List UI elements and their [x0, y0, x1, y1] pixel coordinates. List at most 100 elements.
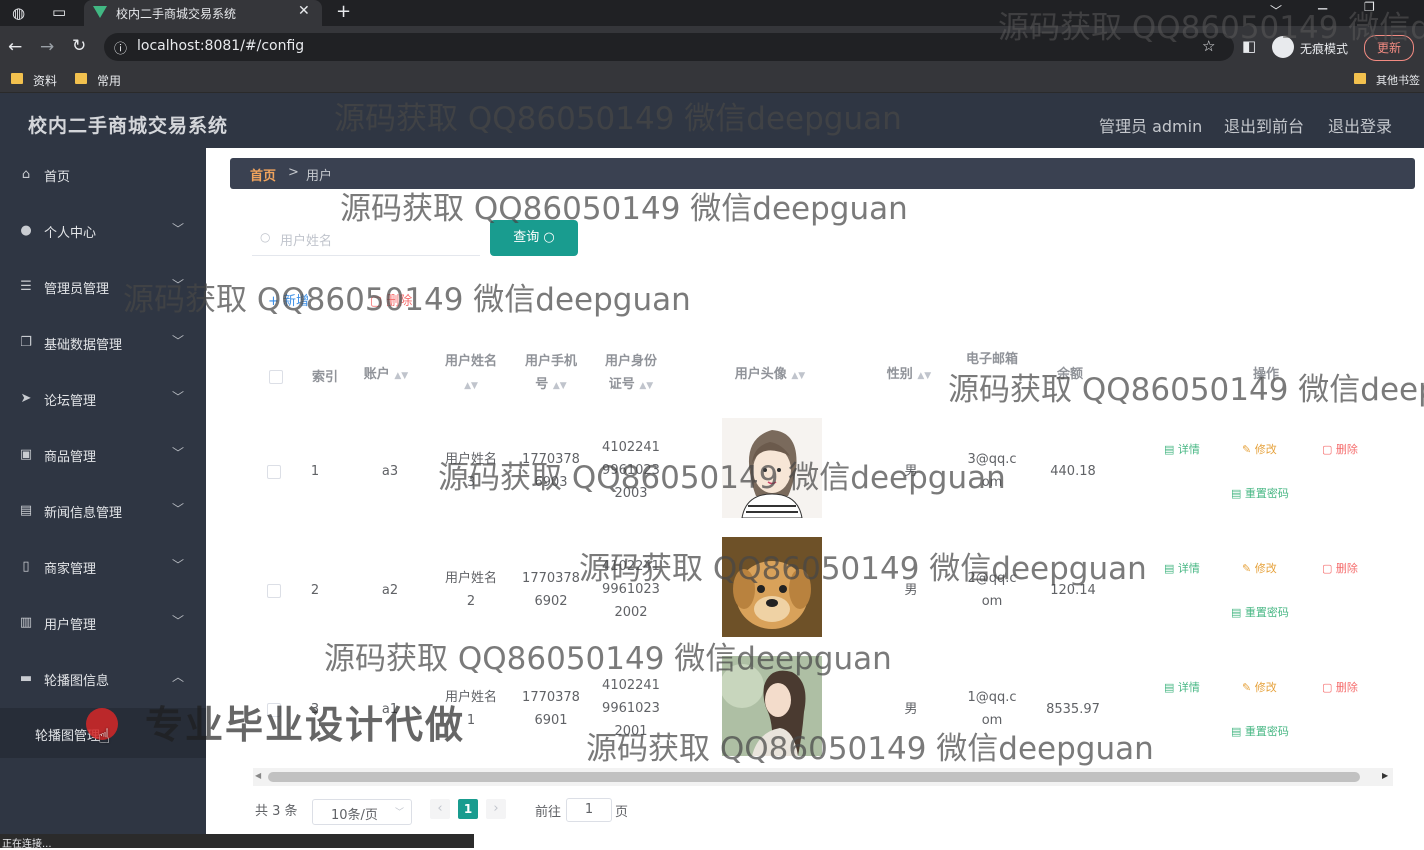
- detail-label: 详情: [1177, 562, 1200, 575]
- header-phone-label-2: 号: [535, 377, 549, 392]
- detail-label: 详情: [1177, 681, 1200, 694]
- forward-icon[interactable]: →: [40, 37, 54, 57]
- edit-button[interactable]: ✎ 修改: [1242, 679, 1277, 695]
- sidebar-item-goods[interactable]: ▣ 商品管理 ﹀: [0, 428, 206, 484]
- cell-id-2: 9961023: [602, 582, 660, 597]
- incognito-icon[interactable]: [1272, 36, 1294, 58]
- select-all-checkbox[interactable]: [269, 370, 283, 384]
- edit-icon: ✎: [1242, 562, 1255, 575]
- scrollbar-thumb[interactable]: [268, 772, 1360, 782]
- hand-cursor-icon: ☝: [98, 724, 111, 748]
- reload-icon[interactable]: ↻: [72, 36, 86, 56]
- batch-delete-button[interactable]: ▢ 删除: [370, 290, 412, 309]
- header-name[interactable]: 用户姓名 ▲▼: [436, 350, 506, 398]
- search-button-label: 查询: [513, 230, 540, 245]
- scroll-right-icon[interactable]: ▶: [1382, 771, 1388, 780]
- detail-button[interactable]: ▤ 详情: [1164, 441, 1200, 457]
- close-tab-icon[interactable]: ✕: [298, 3, 310, 19]
- chevron-down-icon: ﹀: [172, 222, 185, 236]
- trash-icon: ▢: [1322, 681, 1336, 694]
- row-checkbox[interactable]: [267, 584, 281, 598]
- avatar-image[interactable]: [722, 418, 822, 518]
- restore-icon[interactable]: ❐: [1364, 0, 1375, 14]
- next-page-button[interactable]: ›: [486, 799, 506, 819]
- logout-link[interactable]: 退出登录: [1328, 113, 1392, 137]
- sidebar-item-users[interactable]: ▥ 用户管理 ﹀: [0, 596, 206, 652]
- header-avatar[interactable]: 用户头像 ▲▼: [720, 363, 820, 388]
- sidebar-item-personal-center[interactable]: ● 个人中心 ﹀: [0, 204, 206, 260]
- cell-idcard: 4102241 9961023 2003: [596, 436, 666, 505]
- sidebar-item-base-data[interactable]: ❐ 基础数据管理 ﹀: [0, 316, 206, 372]
- sidebar-item-merchant[interactable]: ▯ 商家管理 ﹀: [0, 540, 206, 596]
- page-number-current[interactable]: 1: [458, 799, 478, 819]
- avatar-image[interactable]: [722, 537, 822, 637]
- header-gender[interactable]: 性别 ▲▼: [876, 363, 942, 388]
- header-idcard[interactable]: 用户身份 证号 ▲▼: [596, 350, 666, 398]
- cell-idcard: 4102241 9961023 2001: [596, 674, 666, 743]
- search-name-input[interactable]: ○ 用户姓名: [252, 223, 480, 256]
- breadcrumb-home[interactable]: 首页: [250, 165, 276, 184]
- bookmark-folder-1[interactable]: 资料: [33, 72, 57, 89]
- delete-button[interactable]: ▢ 删除: [1322, 441, 1358, 457]
- url-text[interactable]: localhost:8081/#/config: [137, 38, 304, 54]
- sidebar-item-forum[interactable]: ➤ 论坛管理 ﹀: [0, 372, 206, 428]
- tab-overview-icon[interactable]: ▭: [52, 3, 66, 21]
- cell-id-2: 9961023: [602, 701, 660, 716]
- sidebar-item-home[interactable]: ⌂ 首页: [0, 148, 206, 204]
- cell-email-1: 2@qq.c: [967, 571, 1017, 586]
- detail-button[interactable]: ▤ 详情: [1164, 679, 1200, 695]
- cell-email-1: 3@qq.c: [967, 452, 1017, 467]
- watermark-text: 源码获取 QQ86050149 微信deepguan: [586, 731, 1154, 767]
- row-checkbox[interactable]: [267, 465, 281, 479]
- page-size-select[interactable]: 10条/页 ﹀: [312, 799, 412, 825]
- prev-page-button[interactable]: ‹: [430, 799, 450, 819]
- sidepanel-icon[interactable]: ◧: [1242, 37, 1256, 55]
- avatar-image[interactable]: [722, 656, 822, 756]
- minimize-icon[interactable]: ─: [1318, 0, 1327, 18]
- edit-label: 修改: [1254, 562, 1277, 575]
- reset-password-button[interactable]: ▤ 重置密码: [1231, 723, 1289, 739]
- cell-phone-2: 6903: [534, 475, 568, 490]
- edit-button[interactable]: ✎ 修改: [1242, 560, 1277, 576]
- tab-search-icon[interactable]: ﹀: [1270, 2, 1282, 19]
- add-button[interactable]: + 新增: [268, 290, 309, 309]
- delete-button[interactable]: ▢ 删除: [1322, 679, 1358, 695]
- sidebar-item-admin-management[interactable]: ☰ 管理员管理 ﹀: [0, 260, 206, 316]
- search-placeholder: 用户姓名: [280, 234, 333, 249]
- delete-button[interactable]: ▢ 删除: [1322, 560, 1358, 576]
- cell-email: 1@qq.c om: [955, 686, 1029, 732]
- cell-account: a2: [381, 583, 399, 598]
- new-tab-icon[interactable]: +: [336, 1, 351, 22]
- delete-icon: ▢: [370, 294, 387, 309]
- header-account[interactable]: 账户 ▲▼: [356, 363, 416, 388]
- cell-email-2: om: [981, 713, 1003, 728]
- other-bookmarks[interactable]: 其他书签: [1376, 72, 1420, 88]
- chevron-down-icon: ﹀: [172, 614, 185, 628]
- header-phone[interactable]: 用户手机号 ▲▼: [516, 350, 586, 398]
- cell-email: 3@qq.c om: [955, 448, 1029, 494]
- browser-menu-icon[interactable]: ◍: [12, 4, 25, 22]
- girl-sketch-avatar: [741, 430, 803, 518]
- info-icon[interactable]: ⓘ: [114, 38, 127, 57]
- reset-password-button[interactable]: ▤ 重置密码: [1231, 485, 1289, 501]
- detail-button[interactable]: ▤ 详情: [1164, 560, 1200, 576]
- bookmark-folder-2[interactable]: 常用: [97, 72, 121, 89]
- watermark-text: 源码获取 QQ86050149 微信deepguan: [340, 191, 908, 227]
- goods-icon: ▣: [19, 447, 33, 462]
- goto-page-input[interactable]: 1: [566, 798, 612, 822]
- scroll-left-icon[interactable]: ◀: [255, 771, 261, 780]
- reset-password-button[interactable]: ▤ 重置密码: [1231, 604, 1289, 620]
- bookmark-star-icon[interactable]: ☆: [1202, 37, 1215, 55]
- folder-icon: [1354, 73, 1366, 84]
- user-icon: ●: [20, 223, 32, 238]
- chevron-down-icon: ﹀: [172, 278, 185, 292]
- exit-to-front-link[interactable]: 退出到前台: [1224, 113, 1304, 137]
- edit-icon: ✎: [1242, 681, 1255, 694]
- search-button[interactable]: 查询 ○: [490, 220, 578, 256]
- edit-button[interactable]: ✎ 修改: [1242, 441, 1277, 457]
- cell-balance: 440.18: [1050, 464, 1096, 479]
- back-icon[interactable]: ←: [8, 37, 22, 57]
- sidebar-item-news[interactable]: ▤ 新闻信息管理 ﹀: [0, 484, 206, 540]
- cell-index: 1: [310, 464, 320, 479]
- update-button[interactable]: 更新: [1364, 35, 1414, 61]
